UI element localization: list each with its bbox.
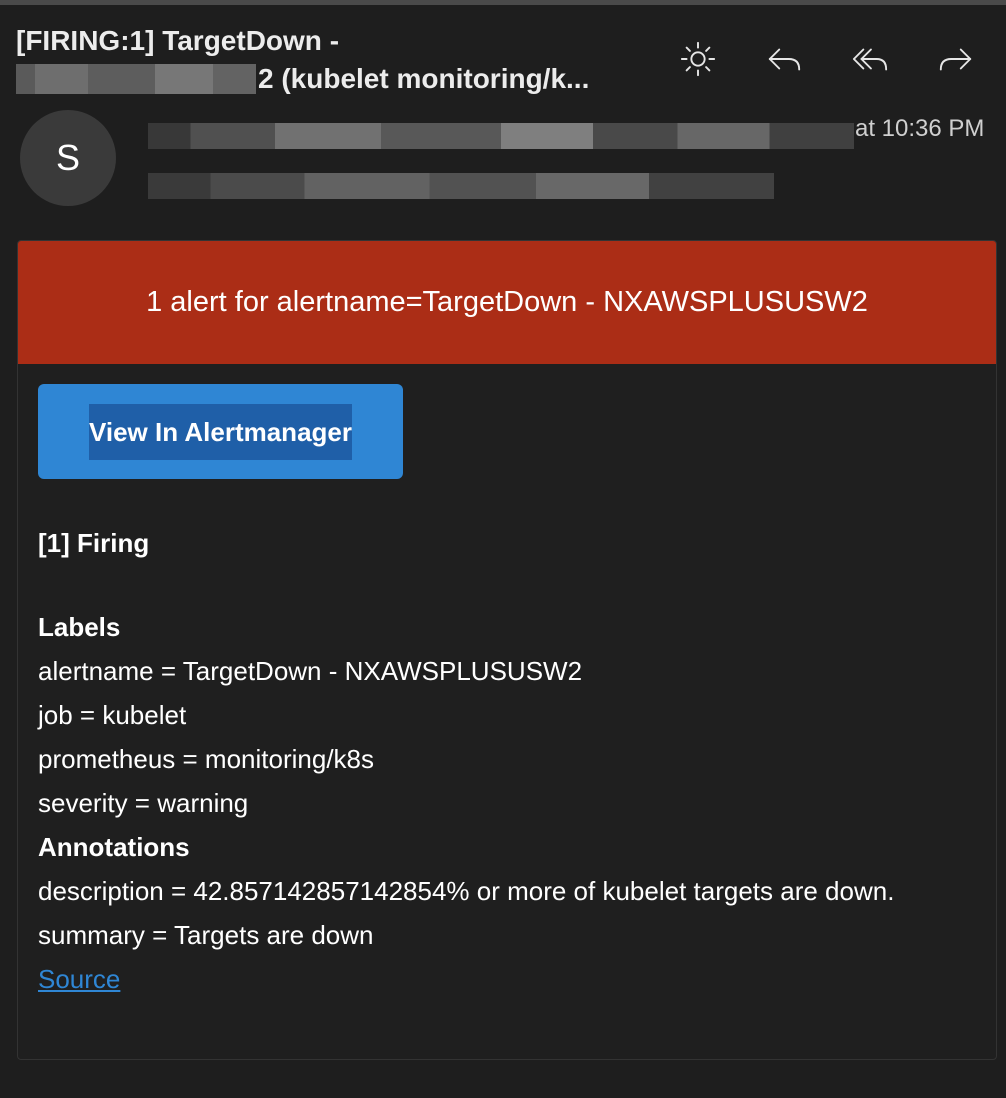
brightness-button[interactable] — [670, 38, 726, 80]
alert-card: 1 alert for alertname=TargetDown - NXAWS… — [17, 240, 997, 1060]
annotations-heading: Annotations — [38, 832, 190, 862]
label-alertname: alertname = TargetDown - NXAWSPLUSUSW2 — [38, 656, 583, 686]
reply-icon — [768, 48, 801, 71]
subject-line-1: [FIRING:1] TargetDown - — [16, 25, 340, 56]
subject-line-2: 2 (kubelet monitoring/k... — [16, 60, 656, 98]
forward-icon — [939, 48, 972, 71]
view-in-alertmanager-label: View In Alertmanager — [89, 403, 352, 460]
redacted-sender — [148, 123, 854, 149]
sender-avatar: S — [20, 110, 116, 206]
email-subject: [FIRING:1] TargetDown - 2 (kubelet monit… — [16, 22, 656, 98]
window-top-border — [0, 0, 1006, 5]
subject-line-2-text: 2 (kubelet monitoring/k... — [258, 63, 590, 94]
forward-button[interactable] — [928, 38, 984, 80]
label-job: job = kubelet — [38, 700, 187, 730]
source-link[interactable]: Source — [38, 964, 120, 994]
alert-header: 1 alert for alertname=TargetDown - NXAWS… — [18, 241, 996, 364]
redacted-recipients — [148, 173, 774, 199]
reply-button[interactable] — [756, 38, 812, 80]
email-timestamp: at 10:36 PM — [855, 115, 985, 142]
brightness-icon — [680, 41, 716, 77]
alert-body: [1] Firing Labels alertname = TargetDown… — [38, 521, 988, 1001]
label-prometheus: prometheus = monitoring/k8s — [38, 744, 375, 774]
annotation-description: description = 42.857142857142854% or mor… — [38, 876, 895, 906]
reply-all-button[interactable] — [842, 38, 898, 80]
redacted-subject-text — [16, 64, 256, 94]
label-severity: severity = warning — [38, 788, 249, 818]
labels-heading: Labels — [38, 612, 121, 642]
annotation-summary: summary = Targets are down — [38, 920, 374, 950]
message-toolbar — [670, 38, 984, 80]
view-in-alertmanager-button[interactable]: View In Alertmanager — [38, 384, 403, 479]
reply-all-icon — [852, 48, 888, 71]
firing-title: [1] Firing — [38, 528, 150, 558]
